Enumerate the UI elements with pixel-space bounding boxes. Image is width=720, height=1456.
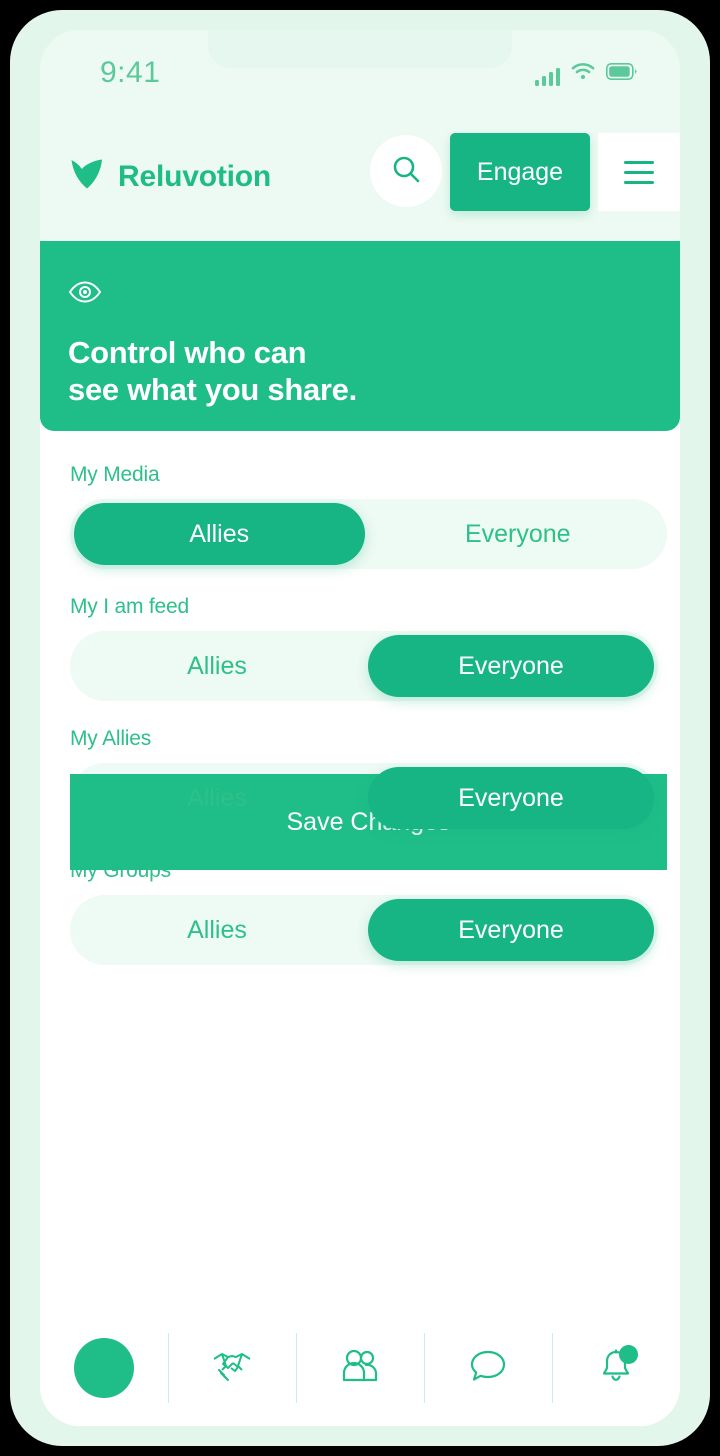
toggle-option-allies[interactable]: Allies: [74, 899, 360, 961]
search-button[interactable]: [370, 135, 442, 207]
setting-label: My I am feed: [70, 595, 189, 618]
hamburger-menu-icon: [624, 160, 654, 184]
toggle-option-allies[interactable]: Allies: [74, 767, 360, 829]
engage-button[interactable]: Engage: [450, 133, 590, 211]
nav-item-profile[interactable]: [40, 1329, 168, 1407]
nav-item-allies[interactable]: [168, 1329, 296, 1407]
setting-row-my-groups: My Groups Allies Everyone: [70, 859, 658, 965]
toggle-option-everyone[interactable]: Everyone: [368, 635, 654, 697]
signal-icon: [534, 68, 560, 86]
status-time: 9:41: [100, 56, 161, 89]
status-bar: 9:41: [40, 30, 680, 120]
setting-row-my-i-am-feed: My I am feed Allies Everyone: [70, 595, 658, 701]
avatar-circle-icon: [74, 1338, 134, 1398]
toggle-option-everyone[interactable]: Everyone: [368, 767, 654, 829]
eye-icon: [68, 281, 102, 308]
hero-banner: Control who can see what you share.: [40, 241, 680, 431]
phone-screen: 9:41 Reluvotion Engage Control who can s…: [40, 30, 680, 1426]
device-notch: [208, 30, 512, 68]
hamburger-menu-button[interactable]: [598, 133, 680, 211]
handshake-icon: [211, 1348, 253, 1389]
toggle-my-groups[interactable]: Allies Everyone: [70, 895, 658, 965]
setting-label: My Allies: [70, 727, 152, 750]
nav-item-groups[interactable]: [296, 1329, 424, 1407]
hero-title: Control who can see what you share.: [68, 335, 357, 407]
search-icon: [391, 154, 421, 189]
bell-icon: [598, 1344, 638, 1389]
nav-item-notifications[interactable]: [552, 1329, 680, 1407]
phone-frame: 9:41 Reluvotion Engage Control who can s…: [10, 10, 710, 1446]
setting-label: My Media: [70, 463, 160, 486]
toggle-option-allies[interactable]: Allies: [74, 503, 365, 565]
toggle-option-allies[interactable]: Allies: [74, 635, 360, 697]
toggle-option-everyone[interactable]: Everyone: [373, 503, 664, 565]
privacy-settings-list: My Media Allies Everyone My I am feed Al…: [40, 431, 680, 991]
status-icons: [534, 60, 639, 86]
chat-bubble-icon: [469, 1348, 507, 1389]
brand[interactable]: Reluvotion: [70, 158, 271, 195]
toggle-my-i-am-feed[interactable]: Allies Everyone: [70, 631, 658, 701]
toggle-my-media[interactable]: Allies Everyone: [70, 499, 667, 569]
nav-item-messages[interactable]: [424, 1329, 552, 1407]
battery-icon: [606, 63, 638, 85]
people-group-icon: [340, 1348, 380, 1389]
wifi-icon: [571, 62, 595, 85]
toggle-option-everyone[interactable]: Everyone: [368, 899, 654, 961]
app-header: Reluvotion Engage: [40, 120, 680, 241]
setting-row-my-media: My Media Allies Everyone: [70, 463, 667, 569]
notification-badge-dot: [619, 1344, 638, 1364]
brand-name: Reluvotion: [118, 159, 271, 193]
heart-logo-icon: [70, 158, 104, 195]
bottom-navigation: [40, 1310, 680, 1426]
